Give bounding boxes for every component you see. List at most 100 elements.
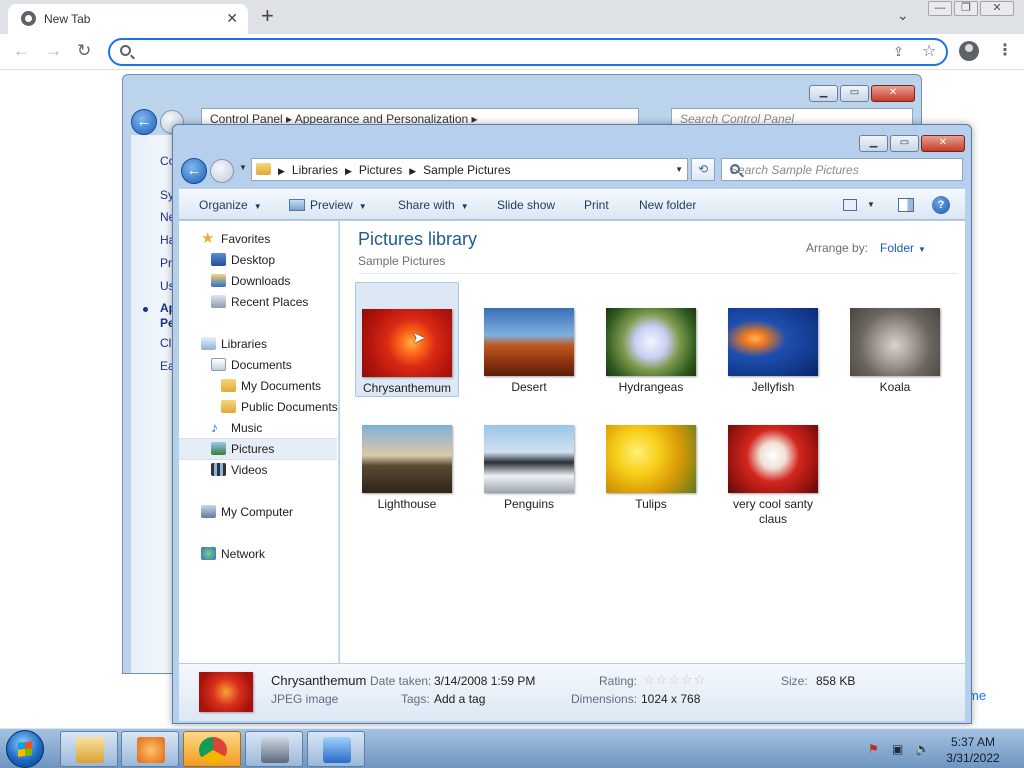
nav-item-downloads[interactable]: Downloads [179, 271, 337, 291]
cp-minimize-button[interactable]: ▁ [809, 85, 838, 102]
nav-item-my-computer[interactable]: My Computer [179, 502, 337, 522]
file-item-hydrangeas[interactable]: Hydrangeas [599, 282, 703, 395]
network-tray-icon[interactable]: ▣ [892, 742, 906, 756]
share-with-button[interactable]: Share with ▼ [398, 198, 469, 212]
help-icon[interactable]: ? [932, 196, 950, 214]
videos-icon [211, 463, 226, 476]
file-item-very-cool-santy-claus[interactable]: very cool santy claus [721, 399, 825, 527]
new-tab-button[interactable]: + [261, 3, 274, 29]
library-subtitle: Sample Pictures [358, 254, 446, 268]
nav-item-desktop[interactable]: Desktop [179, 250, 337, 270]
explorer-minimize-button[interactable]: ▁ [859, 135, 888, 152]
forward-arrow-icon[interactable]: → [45, 41, 62, 61]
cp-close-button[interactable]: ✕ [871, 85, 915, 102]
star-icon: ★ [201, 230, 215, 247]
documents-icon [211, 358, 226, 371]
explorer-maximize-button[interactable]: ▭ [890, 135, 919, 152]
explorer-forward-icon[interactable] [210, 159, 234, 183]
explorer-back-icon[interactable]: ← [181, 158, 207, 184]
taskbar-explorer-button[interactable] [60, 731, 118, 767]
cp-side-item[interactable]: Pr [160, 256, 172, 270]
file-label: Hydrangeas [618, 380, 684, 394]
organize-button[interactable]: Organize ▼ [199, 198, 262, 212]
chrome-menu-icon[interactable]: ⋮ [997, 40, 1013, 60]
chrome-minimize-button[interactable]: — [928, 1, 952, 16]
nav-item-network[interactable]: Network [179, 544, 337, 564]
file-item-koala[interactable]: Koala [843, 282, 947, 395]
nav-item-my-documents[interactable]: My Documents [179, 376, 337, 396]
breadcrumb-pictures[interactable]: Pictures [359, 163, 402, 177]
taskbar-chrome-button[interactable] [183, 731, 241, 767]
file-label: Tulips [635, 497, 667, 511]
file-label: Desert [511, 380, 547, 394]
file-item-jellyfish[interactable]: Jellyfish [721, 282, 825, 395]
tab-close-icon[interactable]: ✕ [226, 10, 238, 27]
chrome-close-button[interactable]: ✕ [980, 1, 1014, 16]
tab-new-tab[interactable]: New Tab ✕ [8, 4, 248, 34]
rating-stars[interactable]: ☆☆☆☆☆ [643, 672, 706, 688]
nav-item-videos[interactable]: Videos [179, 460, 337, 480]
cp-side-item[interactable]: Cl [160, 336, 171, 350]
tab-search-chevron-icon[interactable]: ⌄ [897, 7, 909, 24]
tags-value[interactable]: Add a tag [434, 692, 485, 706]
change-view-icon[interactable] [843, 199, 857, 211]
nav-item-pictures[interactable]: Pictures [179, 438, 337, 460]
refresh-icon[interactable]: ⟲ [691, 158, 715, 181]
clock-date: 3/31/2022 [946, 751, 1000, 765]
folder-icon [221, 379, 236, 392]
file-item-chrysanthemum[interactable]: Chrysanthemum [355, 282, 459, 397]
nav-item-favorites[interactable]: ★ Favorites [179, 229, 337, 249]
arrange-by-dropdown[interactable]: Folder ▼ [880, 241, 926, 255]
file-label: Koala [879, 380, 911, 394]
nav-item-public-documents[interactable]: Public Documents [179, 397, 338, 417]
lock-icon [261, 737, 289, 763]
arrange-by-label: Arrange by: [806, 241, 869, 255]
new-folder-button[interactable]: New folder [639, 198, 696, 212]
taskbar-security-button[interactable] [245, 731, 303, 767]
file-item-penguins[interactable]: Penguins [477, 399, 581, 512]
size-label: Size: [781, 674, 808, 688]
cp-window-controls: ▁ ▭ ✕ [807, 85, 915, 102]
explorer-close-button[interactable]: ✕ [921, 135, 965, 152]
slide-show-button[interactable]: Slide show [497, 198, 555, 212]
file-item-tulips[interactable]: Tulips [599, 399, 703, 512]
profile-avatar-icon[interactable] [959, 41, 979, 61]
explorer-search-input[interactable]: Search Sample Pictures [721, 158, 963, 181]
nav-item-libraries[interactable]: Libraries [179, 334, 337, 354]
chevron-down-icon: ▼ [358, 202, 367, 211]
nav-item-music[interactable]: ♪ Music [179, 418, 337, 438]
cp-back-icon[interactable]: ← [131, 109, 157, 135]
date-taken-value[interactable]: 3/14/2008 1:59 PM [434, 674, 535, 688]
chrome-restore-button[interactable]: ❐ [954, 1, 978, 16]
explorer-window[interactable]: ▁ ▭ ✕ ← ▼ ▶ Libraries ▶ Pictures ▶ Sample Pictu… [172, 124, 972, 724]
preview-pane-icon[interactable] [898, 198, 914, 212]
bookmark-star-icon[interactable]: ☆ [922, 41, 936, 61]
explorer-address-bar[interactable]: ▶ Libraries ▶ Pictures ▶ Sample Pictures ▼ [251, 158, 688, 181]
thumbnail-jellyfish [728, 308, 818, 376]
preview-button[interactable]: Preview ▼ [289, 198, 367, 212]
back-arrow-icon[interactable]: ← [13, 41, 30, 61]
file-item-desert[interactable]: Desert [477, 282, 581, 395]
nav-item-recent-places[interactable]: Recent Places [179, 292, 337, 312]
share-icon[interactable]: ⇪ [893, 44, 904, 60]
taskbar-media-player-button[interactable] [121, 731, 179, 767]
cp-maximize-button[interactable]: ▭ [840, 85, 869, 102]
omnibox[interactable]: ⇪ ☆ [108, 38, 948, 66]
file-label: Lighthouse [377, 497, 437, 511]
omnibox-input[interactable] [142, 43, 842, 61]
view-dropdown-icon[interactable]: ▼ [867, 200, 875, 209]
nav-item-documents[interactable]: Documents [179, 355, 337, 375]
taskbar-control-panel-button[interactable] [307, 731, 365, 767]
action-center-flag-icon[interactable]: ⚑ [868, 742, 882, 756]
file-label: Chrysanthemum [362, 381, 452, 395]
print-button[interactable]: Print [584, 198, 609, 212]
start-button[interactable] [6, 730, 44, 768]
volume-icon[interactable]: 🔈 [915, 742, 930, 756]
reload-icon[interactable]: ↻ [77, 41, 91, 61]
recent-pages-dropdown-icon[interactable]: ▼ [239, 163, 247, 172]
breadcrumb-sample-pictures[interactable]: Sample Pictures [423, 163, 510, 177]
file-item-lighthouse[interactable]: Lighthouse [355, 399, 459, 512]
address-dropdown-icon[interactable]: ▼ [675, 165, 683, 174]
system-clock[interactable]: 5:37 AM 3/31/2022 [938, 734, 1008, 766]
breadcrumb-libraries[interactable]: Libraries [292, 163, 338, 177]
